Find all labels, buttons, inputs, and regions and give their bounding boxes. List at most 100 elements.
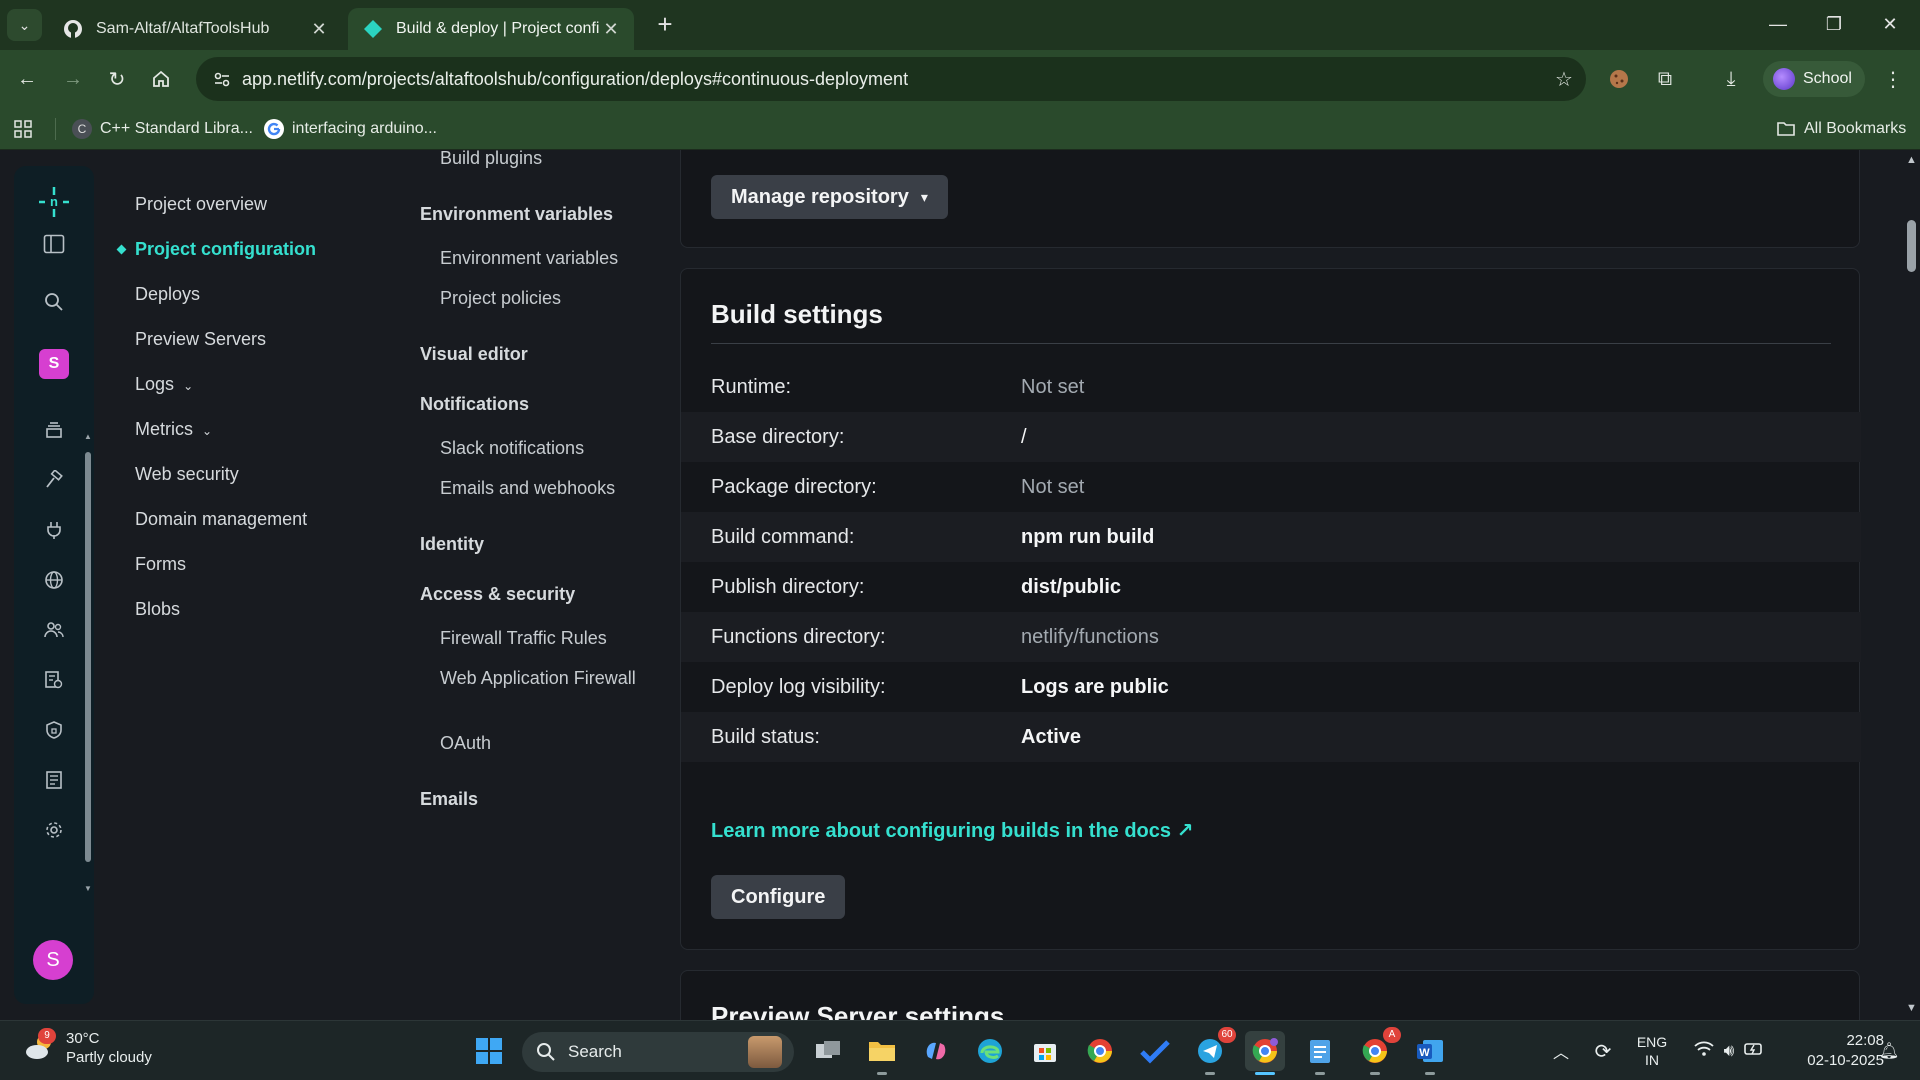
subnav-heading-visual-editor[interactable]: Visual editor <box>420 344 528 365</box>
chrome-secondary-button[interactable]: A <box>1355 1027 1401 1075</box>
netlify-logo-icon[interactable]: n <box>36 184 72 220</box>
nav-item-project-overview[interactable]: Project overview <box>135 194 267 215</box>
bookmark-label: interfacing arduino... <box>292 120 437 137</box>
projects-icon[interactable] <box>36 412 72 448</box>
nav-item-metrics[interactable]: Metrics ⌄ <box>135 419 212 440</box>
subnav-heading-emails[interactable]: Emails <box>420 789 478 810</box>
quick-settings-button[interactable]: 🔊︎ <box>1684 1021 1774 1080</box>
subnav-heading-access-security[interactable]: Access & security <box>420 584 575 605</box>
input-language-button[interactable]: ENG IN <box>1630 1021 1674 1080</box>
bookmark-star-icon[interactable]: ☆ <box>1542 67 1586 92</box>
file-explorer-button[interactable] <box>862 1031 902 1075</box>
nav-item-preview-servers[interactable]: Preview Servers <box>135 329 266 350</box>
forward-button[interactable]: → <box>56 62 90 96</box>
notifications-button[interactable]: 🔔︎ <box>1874 1021 1904 1080</box>
minimize-button[interactable]: — <box>1758 8 1798 40</box>
scroll-down-arrow-icon[interactable]: ▼ <box>1906 1002 1917 1014</box>
start-button[interactable] <box>469 1031 509 1071</box>
build-docs-link[interactable]: Learn more about configuring builds in t… <box>711 818 1193 843</box>
weather-alert-badge: 9 <box>38 1028 56 1044</box>
reload-button[interactable]: ↻ <box>100 62 134 96</box>
nav-item-deploys[interactable]: Deploys <box>135 284 200 305</box>
profile-button[interactable]: School <box>1763 61 1865 97</box>
extensions-button[interactable]: ⧉ <box>1648 62 1682 96</box>
page-scroll-thumb[interactable] <box>1907 220 1916 272</box>
back-button[interactable]: ← <box>10 62 44 96</box>
show-hidden-icons-button[interactable]: ︿ <box>1548 1021 1574 1080</box>
team-switcher[interactable]: S <box>36 346 72 382</box>
address-bar[interactable]: app.netlify.com/projects/altaftoolshub/c… <box>196 57 1586 101</box>
user-menu[interactable]: S <box>33 940 73 980</box>
new-tab-button[interactable]: + <box>650 10 680 40</box>
subnav-link-oauth[interactable]: OAuth <box>440 731 660 756</box>
scroll-down-arrow-icon[interactable]: ▼ <box>84 884 92 893</box>
scroll-up-arrow-icon[interactable]: ▲ <box>1906 154 1917 166</box>
settings-label: Base directory: <box>711 425 845 448</box>
configure-button[interactable]: Configure <box>711 875 846 919</box>
tab-search-button[interactable]: ⌄ <box>7 9 42 41</box>
members-users-icon[interactable] <box>36 612 72 648</box>
builds-hammer-icon[interactable] <box>36 462 72 498</box>
nav-item-forms[interactable]: Forms <box>135 554 186 575</box>
subnav-heading-notifications[interactable]: Notifications <box>420 394 529 415</box>
nav-item-project-configuration[interactable]: Project configuration <box>135 239 316 260</box>
clock[interactable]: 22:08 02-10-2025 <box>1784 1031 1884 1071</box>
cookie-extension-button[interactable] <box>1602 62 1636 96</box>
word-button[interactable]: W <box>1410 1031 1450 1075</box>
subnav-heading-environment-variables[interactable]: Environment variables <box>420 204 613 225</box>
subnav-link-web-application-firewall[interactable]: Web Application Firewall <box>440 666 660 691</box>
page-scrollbar[interactable]: ▲ ▼ <box>1904 150 1920 1020</box>
sync-status-button[interactable]: ⟳ <box>1588 1021 1618 1080</box>
nav-item-blobs[interactable]: Blobs <box>135 599 180 620</box>
subnav-link-project-policies[interactable]: Project policies <box>440 286 660 311</box>
chrome-profile-badge: A <box>1383 1027 1401 1043</box>
search-icon[interactable] <box>36 284 72 320</box>
microsoft-store-button[interactable] <box>1025 1031 1065 1071</box>
edge-button[interactable] <box>970 1031 1010 1071</box>
subnav-link-firewall-traffic-rules[interactable]: Firewall Traffic Rules <box>440 626 660 651</box>
scroll-up-arrow-icon[interactable]: ▲ <box>84 432 92 441</box>
audit-log-icon[interactable] <box>36 662 72 698</box>
subnav-link-emails-and-webhooks[interactable]: Emails and webhooks <box>440 476 660 501</box>
all-bookmarks-button[interactable]: All Bookmarks <box>1776 117 1906 141</box>
sidebar-toggle-icon[interactable] <box>36 226 72 262</box>
browser-tab-netlify[interactable]: Build & deploy | Project configu ✕ <box>348 8 634 50</box>
weather-widget[interactable]: 9 30°C Partly cloudy <box>22 1028 152 1067</box>
rail-scroll-thumb[interactable] <box>85 452 91 862</box>
copilot-button[interactable] <box>916 1031 956 1071</box>
notepad-button[interactable] <box>1300 1031 1340 1075</box>
subnav-link-environment-variables[interactable]: Environment variables <box>440 246 660 271</box>
subnav-link-slack-notifications[interactable]: Slack notifications <box>440 436 660 461</box>
apps-grid-icon[interactable] <box>14 120 32 143</box>
task-view-button[interactable] <box>808 1031 848 1071</box>
integrations-plug-icon[interactable] <box>36 512 72 548</box>
close-window-button[interactable]: ✕ <box>1870 8 1910 40</box>
subnav-link-build-plugins[interactable]: Build plugins <box>440 150 660 171</box>
chrome-button[interactable] <box>1080 1031 1120 1071</box>
browser-menu-button[interactable]: ⋮ <box>1876 62 1910 96</box>
close-icon[interactable]: ✕ <box>308 19 330 40</box>
close-icon[interactable]: ✕ <box>600 19 622 40</box>
rail-scrollbar[interactable]: ▲ ▼ <box>84 432 92 893</box>
subnav-heading-identity[interactable]: Identity <box>420 534 484 555</box>
nav-item-domain-management[interactable]: Domain management <box>135 509 307 530</box>
billing-document-icon[interactable] <box>36 762 72 798</box>
chrome-profile-button[interactable] <box>1245 1031 1285 1075</box>
restore-button[interactable]: ❐ <box>1814 8 1854 40</box>
nav-item-web-security[interactable]: Web security <box>135 464 239 485</box>
browser-tab-github[interactable]: Sam-Altaf/AltafToolsHub ✕ <box>48 8 342 50</box>
bookmark-cpp-reference[interactable]: C C++ Standard Libra... <box>72 117 253 141</box>
bookmark-google-search[interactable]: interfacing arduino... <box>264 117 437 141</box>
domains-globe-icon[interactable] <box>36 562 72 598</box>
settings-gear-icon[interactable] <box>36 812 72 848</box>
site-info-icon[interactable] <box>202 69 242 89</box>
nav-item-logs[interactable]: Logs ⌄ <box>135 374 193 395</box>
home-button[interactable] <box>144 62 178 96</box>
todo-button[interactable] <box>1135 1031 1175 1071</box>
manage-repository-button[interactable]: Manage repository ▾ <box>711 175 948 219</box>
security-shield-icon[interactable] <box>36 712 72 748</box>
settings-label: Build command: <box>711 525 855 548</box>
downloads-button[interactable]: ⤓ <box>1714 62 1748 96</box>
telegram-button[interactable]: 60 <box>1190 1027 1236 1075</box>
taskbar-search[interactable]: Search <box>522 1032 794 1072</box>
